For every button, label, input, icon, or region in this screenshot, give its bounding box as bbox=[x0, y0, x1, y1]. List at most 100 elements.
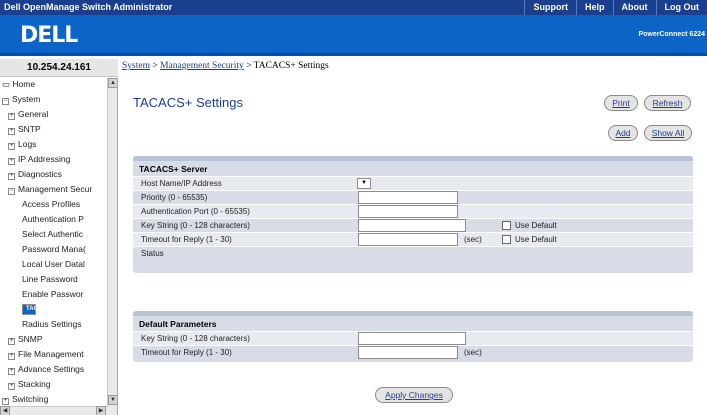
nav-item-label: Local User Datal bbox=[22, 259, 85, 269]
nav-item[interactable]: − Management Secur bbox=[8, 184, 92, 198]
priority-input[interactable] bbox=[358, 191, 458, 204]
scroll-down-icon[interactable]: ▼ bbox=[108, 395, 117, 405]
breadcrumb: System > Management Security > TACACS+ S… bbox=[122, 61, 329, 71]
key-use-default-checkbox[interactable] bbox=[502, 221, 511, 230]
expand-icon[interactable]: + bbox=[8, 173, 15, 180]
help-link[interactable]: Help bbox=[575, 0, 613, 15]
nav-item[interactable]: + SNTP bbox=[8, 124, 41, 138]
nav-item[interactable]: + IP Addressing bbox=[8, 154, 70, 168]
nav-item-label: Logs bbox=[18, 139, 37, 149]
breadcrumb-separator: > bbox=[149, 61, 161, 71]
nav-item-label: General bbox=[18, 109, 49, 119]
header-banner: DELL PowerConnect 6224 bbox=[0, 15, 707, 56]
home-icon: ▭ bbox=[2, 79, 13, 89]
page-title: TACACS+ Settings bbox=[133, 95, 243, 110]
breadcrumb-management-security[interactable]: Management Security bbox=[160, 61, 244, 71]
timeout-row: Timeout for Reply (1 - 30) (sec) Use Def… bbox=[133, 232, 693, 246]
nav-item[interactable]: Local User Datal bbox=[22, 259, 85, 273]
breadcrumb-current: TACACS+ Settings bbox=[253, 61, 329, 71]
scroll-right-icon[interactable]: ▶ bbox=[96, 406, 106, 415]
priority-row: Priority (0 - 65535) bbox=[133, 190, 693, 204]
breadcrumb-system[interactable]: System bbox=[122, 61, 150, 71]
nav-item[interactable]: Line Password bbox=[22, 274, 78, 288]
breadcrumb-separator: > bbox=[243, 61, 254, 71]
timeout-input[interactable] bbox=[358, 233, 458, 246]
collapse-icon[interactable]: − bbox=[2, 98, 9, 105]
expand-icon[interactable]: + bbox=[2, 398, 9, 405]
nav-item-label: Authentication P bbox=[22, 214, 84, 224]
nav-item[interactable]: + Advance Settings bbox=[8, 364, 84, 378]
apply-changes-button[interactable]: Apply Changes bbox=[375, 387, 453, 403]
default-parameters-panel: Default Parameters Key String (0 - 128 c… bbox=[133, 311, 693, 362]
refresh-button[interactable]: Refresh bbox=[644, 95, 691, 111]
key-string-row: Key String (0 - 128 characters) Use Defa… bbox=[133, 218, 693, 232]
scroll-left-icon[interactable]: ◀ bbox=[0, 406, 10, 415]
nav-item-label: Password Mana( bbox=[22, 244, 86, 254]
print-button[interactable]: Print bbox=[604, 95, 638, 111]
auth-port-row: Authentication Port (0 - 65535) bbox=[133, 204, 693, 218]
nav-item[interactable]: + Logs bbox=[8, 139, 36, 153]
default-timeout-input[interactable] bbox=[358, 346, 458, 359]
nav-item[interactable]: Access Profiles bbox=[22, 199, 80, 213]
nav-item[interactable]: − System bbox=[2, 94, 40, 108]
default-timeout-label: Timeout for Reply (1 - 30) bbox=[141, 348, 232, 357]
timeout-label: Timeout for Reply (1 - 30) bbox=[141, 235, 232, 244]
nav-vertical-scrollbar[interactable]: ▲ ▼ bbox=[107, 78, 117, 415]
nav-item[interactable]: + General bbox=[8, 109, 48, 123]
nav-item-label: Stacking bbox=[18, 379, 51, 389]
key-string-input[interactable] bbox=[358, 219, 466, 232]
expand-icon[interactable]: + bbox=[8, 113, 15, 120]
nav-item[interactable]: Select Authentic bbox=[22, 229, 83, 243]
dell-logo: DELL bbox=[20, 23, 78, 48]
nav-item[interactable]: Radius Settings bbox=[22, 319, 82, 333]
status-row: Status bbox=[133, 246, 693, 263]
top-bar: Dell OpenManage Switch Administrator Sup… bbox=[0, 0, 707, 15]
host-row: Host Name/IP Address ▼ bbox=[133, 176, 693, 190]
default-key-label: Key String (0 - 128 characters) bbox=[141, 334, 250, 343]
expand-icon[interactable]: + bbox=[8, 368, 15, 375]
nav-item-label: System bbox=[12, 94, 41, 104]
timeout-use-default-label: Use Default bbox=[515, 235, 557, 244]
nav-item[interactable]: + Stacking bbox=[8, 379, 51, 393]
nav-item-label: Switching bbox=[12, 394, 49, 404]
product-name: PowerConnect 6224 bbox=[638, 31, 705, 38]
nav-item-label: IP Addressing bbox=[18, 154, 71, 164]
collapse-icon[interactable]: − bbox=[8, 188, 15, 195]
expand-icon[interactable]: + bbox=[8, 353, 15, 360]
app-title: Dell OpenManage Switch Administrator bbox=[4, 2, 173, 12]
nav-item[interactable]: Authentication P bbox=[22, 214, 84, 228]
nav-item[interactable]: TACACS+ Setti bbox=[22, 304, 69, 315]
nav-item[interactable]: + Diagnostics bbox=[8, 169, 62, 183]
nav-item[interactable]: ▭ Home bbox=[2, 79, 35, 93]
host-select-chevron-down-icon[interactable]: ▼ bbox=[357, 178, 371, 189]
auth-port-input[interactable] bbox=[358, 205, 458, 218]
nav-item[interactable]: Password Mana( bbox=[22, 244, 86, 258]
panel-title: Default Parameters bbox=[139, 319, 217, 329]
nav-item[interactable]: Enable Passwor bbox=[22, 289, 83, 303]
support-link[interactable]: Support bbox=[524, 0, 576, 15]
about-link[interactable]: About bbox=[612, 0, 656, 15]
expand-icon[interactable]: + bbox=[8, 383, 15, 390]
expand-icon[interactable]: + bbox=[8, 338, 15, 345]
scroll-up-icon[interactable]: ▲ bbox=[108, 78, 117, 88]
expand-icon[interactable]: + bbox=[8, 158, 15, 165]
default-key-input[interactable] bbox=[358, 332, 466, 345]
timeout-use-default-checkbox[interactable] bbox=[502, 235, 511, 244]
add-button[interactable]: Add bbox=[608, 125, 638, 141]
nav-item[interactable]: + File Management bbox=[8, 349, 84, 363]
nav-horizontal-scrollbar[interactable]: ◀ ▶ bbox=[0, 406, 108, 415]
logout-link[interactable]: Log Out bbox=[655, 0, 707, 15]
nav-item-label: Home bbox=[12, 79, 36, 89]
expand-icon[interactable]: + bbox=[8, 128, 15, 135]
show-all-button[interactable]: Show All bbox=[644, 125, 692, 141]
nav-item[interactable]: + SNMP bbox=[8, 334, 43, 348]
nav-item-label: TACACS+ Setti bbox=[26, 306, 69, 312]
nav-item-label: Enable Passwor bbox=[22, 289, 84, 299]
expand-icon[interactable]: + bbox=[8, 143, 15, 150]
nav-item-label: Radius Settings bbox=[22, 319, 82, 329]
nav-item-label: Line Password bbox=[22, 274, 78, 284]
default-timeout-unit: (sec) bbox=[464, 348, 482, 357]
nav-item-label: SNTP bbox=[18, 124, 41, 134]
panel-title: TACACS+ Server bbox=[139, 164, 208, 174]
auth-port-label: Authentication Port (0 - 65535) bbox=[141, 207, 250, 216]
